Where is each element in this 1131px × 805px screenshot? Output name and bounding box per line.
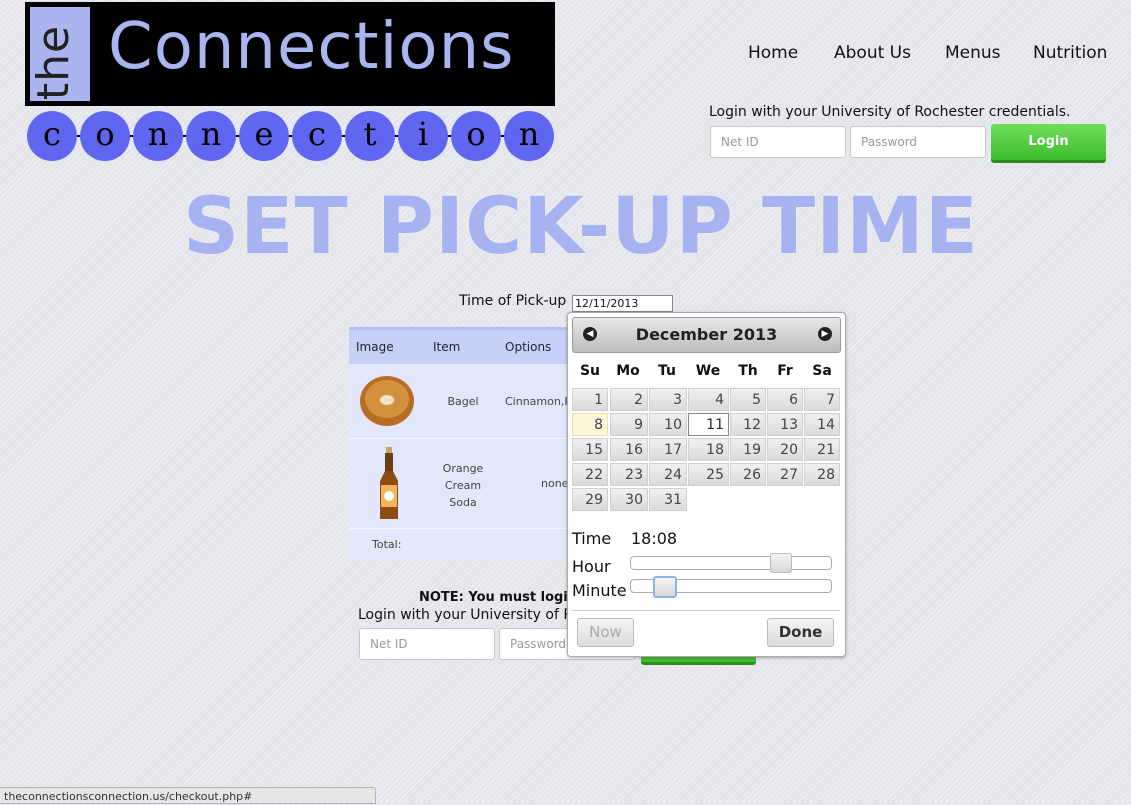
logo-connections-text: Connections — [108, 10, 515, 84]
logo-bead: o — [451, 111, 501, 161]
login-button[interactable]: Login — [991, 124, 1106, 160]
logo-bead: e — [239, 111, 289, 161]
datepicker-divider — [572, 610, 840, 611]
calendar-day[interactable]: 3 — [649, 388, 687, 411]
weekday-label: Fr — [777, 363, 793, 379]
logo-bead: c — [27, 111, 77, 161]
cart-header-row: Image Item Options — [349, 330, 579, 364]
nav-menus[interactable]: Menus — [945, 43, 1001, 63]
header-options: Options — [505, 340, 552, 354]
item-name-line: Orange — [442, 462, 484, 475]
total-label: Total: — [372, 538, 402, 551]
calendar-day[interactable]: 6 — [767, 388, 803, 411]
logo-bead: o — [80, 111, 130, 161]
pickup-label: Time of Pick-up : — [459, 293, 576, 309]
bottom-netid-input[interactable]: Net ID — [359, 628, 495, 660]
calendar-day[interactable]: 23 — [610, 463, 648, 486]
datepicker-popup: ◀ December 2013 ▶ Su Mo Tu We Th Fr Sa 1… — [567, 312, 846, 657]
status-bar-url: theconnectionsconnection.us/checkout.php… — [0, 787, 376, 804]
logo-bead: n — [133, 111, 183, 161]
hour-slider[interactable] — [630, 553, 832, 573]
calendar-day[interactable]: 14 — [804, 413, 840, 436]
calendar-day[interactable]: 27 — [767, 463, 803, 486]
calendar-day[interactable]: 24 — [649, 463, 687, 486]
minute-label: Minute — [572, 581, 627, 600]
minute-slider-handle[interactable] — [653, 576, 677, 598]
calendar-day[interactable]: 4 — [688, 388, 729, 411]
calendar-day[interactable]: 26 — [730, 463, 766, 486]
item-name-line: Cream — [444, 479, 482, 492]
datepicker-header: ◀ December 2013 ▶ — [572, 317, 841, 353]
page-title: SET PICK-UP TIME — [183, 182, 980, 272]
calendar-day[interactable]: 28 — [804, 463, 840, 486]
logo-bead-row: c o n n e c t i o n — [27, 111, 557, 161]
nav-nutrition[interactable]: Nutrition — [1033, 43, 1107, 63]
calendar-day[interactable]: 25 — [688, 463, 729, 486]
note-text: NOTE: You must login t — [419, 590, 588, 605]
chevron-right-icon[interactable]: ▶ — [818, 327, 832, 341]
weekday-label: Th — [738, 363, 758, 379]
login-label: Login with your University of Rochester … — [709, 104, 1071, 120]
password-input[interactable]: Password — [850, 126, 986, 158]
now-button[interactable]: Now — [577, 618, 634, 647]
item-name: Bagel — [447, 395, 479, 408]
cart-table: Image Item Options Bagel Cinnamon,R Oran… — [349, 327, 579, 560]
item-name-line: Soda — [449, 496, 477, 509]
logo-bead: n — [186, 111, 236, 161]
time-value: 18:08 — [631, 529, 678, 548]
calendar-day[interactable]: 13 — [767, 413, 803, 436]
hour-label: Hour — [572, 557, 611, 576]
row-divider — [349, 438, 579, 439]
bottom-login-label: Login with your University of Roc — [358, 607, 589, 623]
calendar-day[interactable]: 16 — [610, 438, 648, 461]
logo-bead: c — [292, 111, 342, 161]
calendar-day[interactable]: 21 — [804, 438, 840, 461]
done-button[interactable]: Done — [767, 618, 834, 647]
nav-home[interactable]: Home — [748, 43, 798, 63]
calendar-day[interactable]: 19 — [730, 438, 766, 461]
pickup-time-input[interactable]: 12/11/2013 18:08 — [572, 295, 673, 325]
logo-bead: n — [504, 111, 554, 161]
logo-bead: t — [345, 111, 395, 161]
calendar-day[interactable]: 17 — [649, 438, 687, 461]
calendar-day[interactable]: 30 — [610, 488, 648, 511]
header-item: Item — [433, 340, 461, 354]
calendar-day[interactable]: 22 — [572, 463, 608, 486]
calendar-day[interactable]: 29 — [572, 488, 608, 511]
calendar-day[interactable]: 12 — [730, 413, 766, 436]
nav-about-us[interactable]: About Us — [834, 43, 911, 63]
calendar-day[interactable]: 20 — [767, 438, 803, 461]
calendar-day[interactable]: 11 — [688, 413, 729, 436]
logo-bead: i — [398, 111, 448, 161]
netid-input[interactable]: Net ID — [710, 126, 846, 158]
calendar-day[interactable]: 9 — [610, 413, 648, 436]
soda-bottle-image — [380, 447, 398, 519]
calendar-day[interactable]: 2 — [610, 388, 648, 411]
weekday-label: We — [695, 363, 721, 379]
logo-the-text: the — [28, 24, 80, 101]
weekday-label: Mo — [616, 363, 640, 379]
header-image: Image — [356, 340, 394, 354]
calendar-day[interactable]: 15 — [572, 438, 608, 461]
item-name: Orange Cream Soda — [433, 460, 493, 511]
weekday-label: Sa — [812, 363, 832, 379]
calendar-day[interactable]: 7 — [804, 388, 840, 411]
calendar-day[interactable]: 31 — [649, 488, 687, 511]
calendar-day[interactable]: 1 — [572, 388, 608, 411]
calendar-day[interactable]: 10 — [649, 413, 687, 436]
calendar-day[interactable]: 8 — [572, 413, 608, 436]
row-divider — [349, 528, 579, 529]
calendar-day[interactable]: 5 — [730, 388, 766, 411]
datepicker-month-title: December 2013 — [635, 325, 778, 344]
weekday-label: Su — [579, 363, 601, 379]
calendar-day[interactable]: 18 — [688, 438, 729, 461]
time-label: Time — [572, 529, 612, 548]
bagel-image — [360, 376, 414, 426]
weekday-label: Tu — [658, 363, 676, 379]
logo-the-block: the — [28, 7, 90, 101]
hour-slider-handle[interactable] — [770, 553, 792, 573]
minute-slider[interactable] — [630, 576, 832, 598]
